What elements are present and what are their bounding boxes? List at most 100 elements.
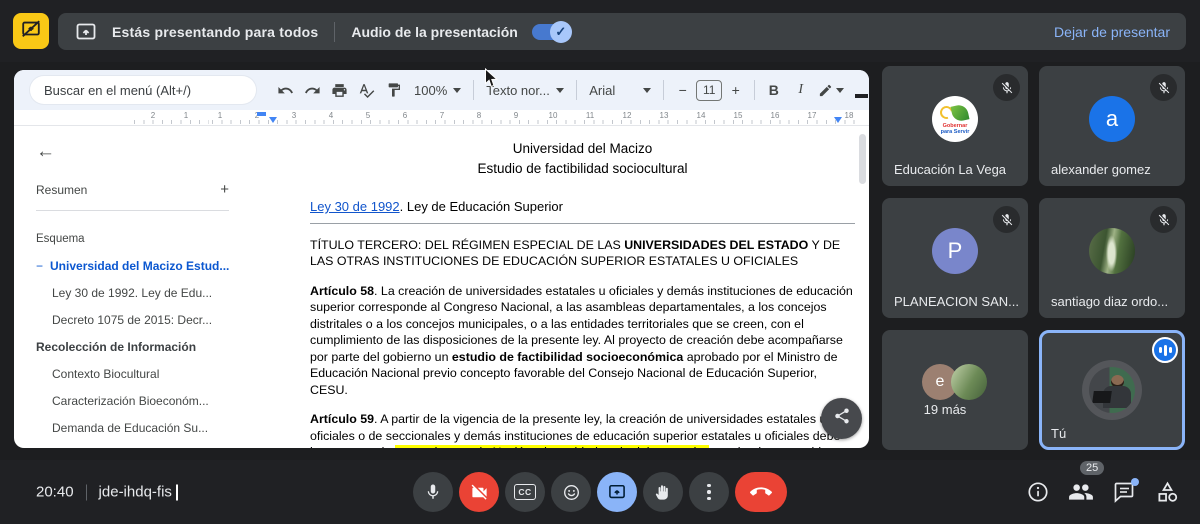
close-outline-button[interactable]: ← bbox=[36, 142, 229, 161]
docs-menu-search-input[interactable]: Buscar en el menú (Alt+/) bbox=[30, 76, 256, 104]
self-tile[interactable]: Tú bbox=[1039, 330, 1185, 450]
reactions-button[interactable] bbox=[551, 472, 591, 512]
presentation-audio-toggle[interactable]: ✓ bbox=[531, 20, 572, 43]
paragraph-style-select[interactable]: Texto nor... bbox=[479, 77, 571, 103]
font-size-input[interactable]: 11 bbox=[696, 79, 723, 101]
ruler-number: 16 bbox=[770, 111, 780, 120]
people-icon bbox=[1069, 484, 1093, 500]
right-indent-marker[interactable] bbox=[834, 117, 842, 123]
document-title-line2: Estudio de factibilidad sociocultural bbox=[477, 160, 688, 176]
toolbar-separator bbox=[663, 80, 665, 100]
law-link[interactable]: Ley 30 de 1992 bbox=[310, 199, 400, 214]
text-cursor bbox=[175, 484, 178, 500]
bold-button[interactable]: B bbox=[760, 77, 787, 103]
ruler-ticks bbox=[212, 120, 861, 124]
participant-name: Tú bbox=[1051, 426, 1067, 441]
shared-screen-docs-panel: Buscar en el menú (Alt+/) 100% Texto nor… bbox=[14, 70, 869, 448]
toolbar-separator bbox=[754, 80, 756, 100]
outline-item[interactable]: Demanda de Educación Su... bbox=[36, 421, 229, 435]
participants-button[interactable]: 25 bbox=[1068, 461, 1105, 505]
italic-button[interactable]: I bbox=[787, 77, 814, 103]
end-call-icon bbox=[750, 487, 772, 496]
ruler-number: 3 bbox=[291, 111, 297, 120]
pen-tool-button[interactable] bbox=[814, 77, 848, 103]
participant-tile[interactable]: P PLANEACION SAN... bbox=[882, 198, 1028, 318]
spellcheck-button[interactable] bbox=[353, 77, 380, 103]
activities-button[interactable] bbox=[1154, 479, 1180, 505]
paint-format-button[interactable] bbox=[380, 77, 407, 103]
ruler-number: 6 bbox=[402, 111, 408, 120]
participant-name: santiago diaz ordo... bbox=[1051, 294, 1169, 309]
first-line-indent-marker[interactable] bbox=[257, 112, 266, 116]
document-page[interactable]: Universidad del Macizo Estudio de factib… bbox=[247, 126, 869, 448]
logo-text: para Servir bbox=[940, 129, 970, 136]
divider bbox=[334, 21, 336, 42]
participant-tile[interactable]: Gobernar para Servir Educación La Vega bbox=[882, 66, 1028, 186]
end-call-button[interactable] bbox=[735, 472, 787, 512]
left-indent-marker[interactable] bbox=[269, 117, 277, 123]
font-select[interactable]: Arial bbox=[582, 77, 658, 103]
outline-item[interactable]: Decreto 1075 de 2015: Decr... bbox=[36, 313, 229, 327]
divider bbox=[85, 484, 87, 500]
participant-tile[interactable]: santiago diaz ordo... bbox=[1039, 198, 1185, 318]
captions-button[interactable]: CC bbox=[505, 472, 545, 512]
presentation-off-chip[interactable] bbox=[13, 13, 49, 49]
document-section-heading: Ley 30 de 1992. Ley de Educación Superio… bbox=[310, 199, 855, 224]
info-icon bbox=[1028, 482, 1048, 502]
outline-item[interactable]: Ley 30 de 1992. Ley de Edu... bbox=[36, 286, 229, 300]
participants-count-badge: 25 bbox=[1080, 461, 1105, 475]
more-options-button[interactable] bbox=[689, 472, 729, 512]
redo-button[interactable] bbox=[299, 77, 326, 103]
avatar: a bbox=[1089, 95, 1135, 142]
participant-name: PLANEACION SAN... bbox=[894, 294, 1019, 309]
clock-time: 20:40 bbox=[36, 483, 74, 501]
dropdown-arrow-icon bbox=[643, 87, 652, 93]
ruler-number: 1 bbox=[183, 111, 189, 120]
ruler-ticks bbox=[134, 120, 209, 124]
avatar: Gobernar para Servir bbox=[932, 95, 978, 142]
outline-item[interactable]: Contexto Biocultural bbox=[36, 367, 229, 381]
camera-off-button[interactable] bbox=[459, 472, 499, 512]
zoom-select[interactable]: 100% bbox=[407, 77, 468, 103]
chat-button[interactable] bbox=[1111, 478, 1139, 505]
mic-button[interactable] bbox=[413, 472, 453, 512]
search-placeholder: Buscar en el menú (Alt+/) bbox=[44, 82, 192, 98]
ruler-number: 10 bbox=[548, 111, 558, 120]
ruler-number: 4 bbox=[328, 111, 334, 120]
call-controls: CC bbox=[413, 472, 787, 512]
activities-icon bbox=[1157, 481, 1177, 502]
present-screen-button[interactable] bbox=[597, 472, 637, 512]
add-summary-button[interactable]: + bbox=[220, 181, 229, 198]
print-button[interactable] bbox=[326, 77, 353, 103]
outline-item[interactable]: Recolección de Información bbox=[36, 340, 229, 354]
increase-font-size-button[interactable]: + bbox=[722, 77, 749, 103]
raise-hand-button[interactable] bbox=[643, 472, 683, 512]
paragraph-titulo-tercero: TÍTULO TERCERO: DEL RÉGIMEN ESPECIAL DE … bbox=[310, 237, 841, 269]
participants-grid: Gobernar para Servir Educación La Vega a… bbox=[882, 66, 1185, 450]
outline-item[interactable]: Caracterización Bioeconóm... bbox=[36, 394, 229, 408]
hand-icon bbox=[655, 484, 668, 500]
paragraph-articulo-58: Artículo 58. La creación de universidade… bbox=[310, 283, 853, 397]
ruler-number: 12 bbox=[622, 111, 632, 120]
participant-tile[interactable]: a alexander gomez bbox=[1039, 66, 1185, 186]
emoji-icon bbox=[563, 484, 579, 500]
undo-button[interactable] bbox=[272, 77, 299, 103]
dropdown-arrow-icon bbox=[556, 87, 565, 93]
participant-name: alexander gomez bbox=[1051, 162, 1151, 177]
stop-presenting-button[interactable]: Dejar de presentar bbox=[1054, 24, 1170, 40]
meeting-details-button[interactable] bbox=[1025, 479, 1051, 505]
speaking-indicator-icon bbox=[1152, 337, 1178, 363]
ruler-number: 14 bbox=[696, 111, 706, 120]
meeting-info: 20:40 jde-ihdq-fis bbox=[36, 484, 178, 501]
text-color-button[interactable] bbox=[848, 77, 869, 103]
meet-bottom-bar: 20:40 jde-ihdq-fis CC 25 bbox=[0, 460, 1200, 524]
share-fab-button[interactable] bbox=[821, 398, 862, 439]
dropdown-arrow-icon bbox=[453, 87, 462, 93]
toolbar-separator bbox=[576, 80, 578, 100]
avatar bbox=[1089, 227, 1135, 274]
docs-scrollbar-thumb[interactable] bbox=[859, 134, 866, 184]
ruler-number: 18 bbox=[844, 111, 854, 120]
overflow-participants-tile[interactable]: e 19 más bbox=[882, 330, 1028, 450]
outline-item[interactable]: − Universidad del Macizo Estud... bbox=[36, 259, 229, 273]
decrease-font-size-button[interactable]: − bbox=[669, 77, 696, 103]
